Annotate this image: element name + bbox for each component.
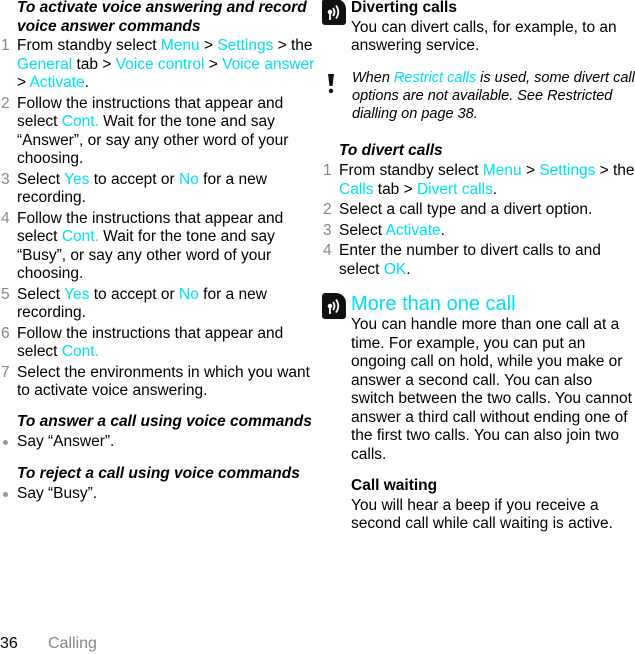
reject-bullets: Say “Busy”. — [0, 485, 315, 504]
diverting-title: Diverting calls — [351, 0, 457, 16]
step-number: 6 — [1, 324, 10, 342]
menu-path-term: Settings — [217, 37, 274, 54]
diverting-body: You can divert calls, for example, to an… — [351, 18, 617, 55]
text-run: From standby select — [339, 162, 483, 179]
menu-path-term: Settings — [539, 162, 596, 179]
text-run: Select — [339, 221, 386, 239]
menu-path-term: General — [17, 55, 73, 73]
menu-path-term: Menu — [482, 162, 522, 179]
step-number: 4 — [323, 242, 332, 259]
menu-path-term: Voice control — [115, 55, 205, 73]
network-service-icon — [322, 293, 346, 319]
restrict-note: When Restrict calls is used, some divert… — [322, 69, 635, 123]
text-run: > the — [273, 37, 313, 54]
bullet-icon — [3, 440, 8, 445]
step-number: 2 — [1, 94, 10, 112]
text-run: tab > — [72, 55, 116, 73]
menu-path-term: Yes — [64, 285, 90, 303]
step-number: 7 — [1, 363, 10, 381]
step-item: 4 Follow the instructions that appear and… — [0, 210, 315, 284]
text-run: > — [199, 37, 218, 54]
activate-heading: To activate voice answering and record v… — [17, 0, 307, 35]
text-run: Select the environments in which you wan… — [17, 363, 310, 400]
left-column: To activate voice answering and record v… — [0, 0, 315, 504]
more-section: More than one call You can handle more t… — [322, 293, 635, 534]
network-service-icon — [322, 0, 346, 25]
answer-heading: To answer a call using voice commands — [17, 412, 312, 430]
step-item: 1 From standby select Menu > Settings > t… — [0, 37, 315, 93]
menu-path-term: Activate — [385, 221, 441, 239]
step-item: 1 From standby select Menu > Settings > t… — [322, 162, 635, 199]
menu-path-term: Divert calls — [416, 180, 493, 198]
step-item: 5 Select Yes to accept or No for a new re… — [0, 286, 315, 323]
step-item: 3 Select Yes to accept or No for a new re… — [0, 171, 315, 208]
note-text: When Restrict calls is used, some divert… — [352, 70, 635, 122]
step-item: 2 Select a call type and a divert option. — [322, 201, 635, 220]
menu-path-term: Calls — [339, 180, 374, 198]
step-item: 3 Select Activate. — [322, 222, 635, 241]
more-body: You can handle more than one call at a t… — [351, 316, 632, 463]
step-number: 1 — [1, 37, 10, 54]
answer-bullets: Say “Answer”. — [0, 433, 315, 452]
more-title: More than one call — [351, 293, 516, 315]
menu-path-term: Yes — [64, 170, 90, 188]
step-number: 3 — [1, 170, 10, 188]
menu-path-term: Menu — [160, 37, 200, 54]
text-run: When — [352, 69, 394, 86]
text-run: > — [521, 162, 540, 179]
exclamation-icon — [326, 73, 336, 100]
step-number: 3 — [323, 221, 332, 239]
activate-steps: 1 From standby select Menu > Settings > t… — [0, 37, 315, 401]
text-run: . — [492, 180, 498, 198]
step-number: 2 — [323, 201, 332, 218]
divert-steps: 1 From standby select Menu > Settings > t… — [322, 162, 635, 279]
text-run: Follow the instructions that appear and … — [17, 324, 284, 361]
step-number: 1 — [323, 162, 332, 179]
text-run: Select a call type and a divert option. — [339, 201, 593, 218]
menu-path-term: Activate — [29, 74, 85, 91]
text-run: Select — [17, 170, 65, 188]
menu-path-term: Cont. — [61, 228, 99, 245]
step-item: 6 Follow the instructions that appear and… — [0, 325, 315, 362]
step-item: 2 Follow the instructions that appear and… — [0, 95, 315, 169]
step-number: 4 — [1, 209, 10, 227]
step-item: 7 Select the environments in which you wa… — [0, 364, 315, 401]
text-run: . — [406, 260, 411, 278]
menu-path-term: Cont. — [61, 113, 99, 130]
menu-path-term: Restrict calls — [393, 69, 477, 86]
menu-path-term: No — [179, 285, 199, 303]
menu-path-term: Voice answer — [222, 55, 315, 73]
page-number: 36 — [0, 635, 18, 652]
text-run: Enter the number to divert calls to and … — [339, 242, 601, 278]
step-number: 5 — [1, 285, 10, 303]
text-run: to accept or — [89, 285, 180, 303]
text-run: . — [440, 221, 445, 239]
right-column: Diverting calls You can divert calls, fo… — [322, 0, 635, 534]
waiting-body: You will hear a beep if you receive a se… — [351, 496, 613, 533]
divert-heading: To divert calls — [339, 141, 443, 159]
waiting-title: Call waiting — [351, 477, 438, 494]
answer-bullet-item: Say “Answer”. — [0, 433, 315, 452]
text-run: > the — [595, 162, 635, 179]
text-run: Select — [17, 285, 65, 303]
diverting-section: Diverting calls You can divert calls, fo… — [322, 0, 635, 56]
bullet-icon — [3, 492, 8, 497]
text-run: > — [204, 55, 223, 73]
reject-bullet-item: Say “Busy”. — [0, 485, 315, 504]
text-run: > — [17, 74, 30, 91]
text-run: tab > — [373, 180, 417, 198]
reject-heading: To reject a call using voice commands — [17, 464, 300, 482]
menu-path-term: No — [179, 170, 199, 188]
text-run: to accept or — [89, 170, 180, 188]
section-name: Calling — [48, 635, 97, 652]
text-run: From standby select — [17, 37, 161, 54]
step-item: 4 Enter the number to divert calls to and… — [322, 242, 635, 279]
menu-path-term: Cont. — [61, 343, 99, 360]
text-run: . — [84, 74, 89, 91]
menu-path-term: OK — [383, 260, 407, 278]
